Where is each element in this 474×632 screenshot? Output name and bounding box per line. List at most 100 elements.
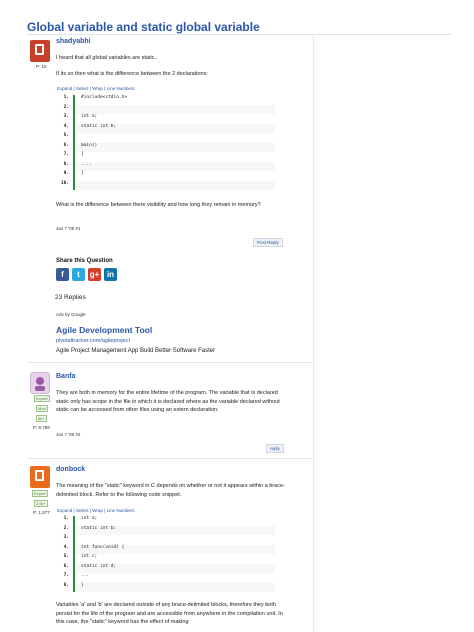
- office-icon: [35, 470, 44, 481]
- twitter-icon[interactable]: t: [72, 268, 85, 281]
- code-text: static int b;: [81, 525, 117, 531]
- line-number: 8.: [63, 582, 69, 588]
- expand-link[interactable]: Expand: [57, 86, 72, 91]
- post-text: If its so then what is the difference be…: [56, 71, 208, 77]
- code-line: 4. static int b;: [64, 123, 275, 133]
- line-number: 5.: [63, 133, 69, 138]
- ad-title-link[interactable]: Agile Development Tool: [56, 325, 152, 335]
- code-text: }: [81, 171, 84, 176]
- separator: |: [89, 508, 91, 513]
- line-number: 10.: [60, 180, 69, 186]
- line-number: 3.: [63, 114, 69, 119]
- username-link[interactable]: Banfa: [56, 373, 75, 380]
- separator: |: [89, 86, 91, 91]
- code-line: 1. #include<stdio.h>: [64, 95, 275, 105]
- post-text: They are both in memory for the entire l…: [56, 390, 280, 413]
- page-title: Global variable and static global variab…: [27, 20, 260, 34]
- code-line: 4. int func(void) {: [64, 544, 275, 554]
- line-number: 4.: [63, 123, 69, 129]
- user-points: P: 1,877: [33, 510, 50, 515]
- line-numbers-link[interactable]: Line Numbers: [107, 86, 135, 91]
- post-text: I heard that all global variables are st…: [56, 55, 158, 61]
- office-icon: [35, 44, 44, 55]
- code-line: 2. static int b;: [64, 525, 275, 535]
- code-text: ....: [81, 161, 92, 167]
- username-link[interactable]: donbock: [56, 466, 85, 473]
- code-line: 9.}: [64, 171, 275, 181]
- title-divider: [27, 34, 452, 35]
- code-line: 5.: [64, 133, 275, 143]
- user-avatar-icon: [35, 377, 45, 391]
- code-line: 1. int a;: [64, 516, 275, 526]
- code-block: 1. #include<stdio.h> 2. 3. int a; 4. static in…: [61, 95, 275, 190]
- wrap-link[interactable]: Wrap: [92, 508, 103, 513]
- select-link[interactable]: Select: [76, 86, 89, 91]
- code-line: 7. {: [64, 152, 275, 162]
- line-number: 6.: [63, 563, 69, 569]
- line-number: 4.: [63, 544, 69, 550]
- linkedin-icon[interactable]: in: [104, 268, 117, 281]
- line-numbers-link[interactable]: Line Numbers: [107, 508, 135, 513]
- expert-badge: Expert: [34, 395, 50, 402]
- code-text: int a;: [81, 516, 98, 521]
- code-line: 8.....: [64, 161, 275, 171]
- code-toolbar: Expand | Select | Wrap | Line Numbers: [57, 508, 135, 513]
- code-text: #include<stdio.h>: [81, 95, 128, 100]
- code-line: 2.: [64, 104, 275, 114]
- code-block: 1. int a; 2. static int b; 3. 4. int func(void…: [64, 516, 275, 592]
- avatar[interactable]: [30, 372, 50, 394]
- line-number: 2.: [63, 104, 69, 110]
- code-line: 6. main(): [64, 142, 275, 152]
- separator: |: [104, 86, 106, 91]
- separator: |: [73, 86, 75, 91]
- line-number: 9.: [63, 171, 69, 176]
- post-divider: [27, 362, 313, 363]
- post-date: Jan 7 '09 #1: [56, 226, 81, 231]
- line-number: 7.: [63, 573, 69, 578]
- separator: |: [73, 508, 75, 513]
- line-number: 6.: [63, 142, 69, 148]
- code-line: 8.}: [64, 582, 275, 592]
- code-line: 3.: [64, 535, 275, 545]
- user-points: P: 8,789: [33, 425, 50, 430]
- code-line: 3. int a;: [64, 114, 275, 124]
- post-text: What is the difference between there vis…: [56, 202, 261, 208]
- code-line: 7. ...: [64, 573, 275, 583]
- facebook-icon[interactable]: f: [56, 268, 69, 281]
- line-number: 3.: [63, 535, 69, 540]
- share-heading: Share this Question: [56, 258, 113, 264]
- code-text: {: [81, 152, 84, 157]
- line-number: 5.: [63, 554, 69, 559]
- code-line: 5. int c;: [64, 554, 275, 564]
- expert-badge: Expert: [32, 490, 48, 497]
- code-text: int func(void) {: [81, 544, 125, 550]
- username-link[interactable]: shadyabhi: [56, 38, 91, 45]
- code-text: int a;: [81, 114, 98, 119]
- select-link[interactable]: Select: [76, 508, 89, 513]
- avatar[interactable]: [30, 40, 50, 62]
- code-text: main(): [81, 142, 98, 148]
- post-text: The meaning of the "static" keyword in C…: [56, 483, 285, 498]
- code-text: static int b;: [81, 123, 117, 129]
- content-right-border: [313, 36, 314, 632]
- wrap-link[interactable]: Wrap: [92, 86, 103, 91]
- ad-url-link[interactable]: pivotaltracker.com/agileproject: [56, 338, 130, 344]
- google-plus-icon[interactable]: g+: [88, 268, 101, 281]
- code-text: static int d;: [81, 563, 117, 569]
- replies-count: 23 Replies: [55, 294, 86, 301]
- line-number: 1.: [63, 516, 69, 521]
- rank-badge: 2.5k+: [34, 500, 48, 507]
- reply-button[interactable]: reply: [266, 444, 284, 453]
- post-reply-button[interactable]: Post Reply: [253, 238, 283, 247]
- post-text: Variables 'a' and 'b' are declared outsi…: [56, 602, 283, 625]
- post-divider: [27, 458, 313, 459]
- line-number: 8.: [63, 161, 69, 167]
- code-text: }: [81, 582, 84, 588]
- expand-link[interactable]: Expand: [57, 508, 72, 513]
- line-number: 2.: [63, 525, 69, 531]
- avatar[interactable]: [30, 466, 50, 488]
- post-date: Jan 7 '09 #2: [56, 432, 81, 437]
- ads-by-google[interactable]: Ads by Google: [56, 312, 86, 317]
- code-text: int c;: [81, 554, 98, 559]
- code-text: ...: [81, 573, 90, 578]
